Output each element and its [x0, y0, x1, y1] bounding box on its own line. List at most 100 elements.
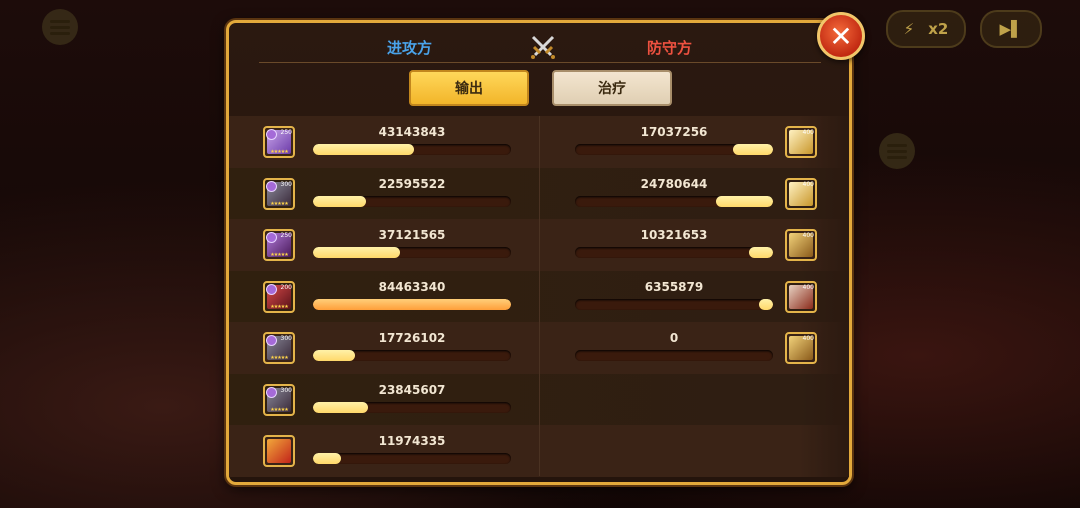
star-rating: ★★★★★	[270, 355, 288, 361]
damage-bar	[313, 298, 511, 310]
star-rating: ★★★★★	[270, 200, 288, 207]
hero-portrait[interactable]: 400	[785, 126, 817, 158]
element-badge-icon	[266, 386, 277, 398]
tab-healing[interactable]: 治疗	[552, 70, 672, 106]
element-badge-icon	[266, 180, 277, 192]
hero-portrait[interactable]: 300 ★★★★★	[263, 177, 295, 210]
damage-value: 84463340	[378, 279, 446, 294]
speed-toggle-button[interactable]: ⚡ x2	[886, 10, 966, 48]
damage-value: 22595522	[378, 176, 446, 191]
close-button[interactable]: ✕	[817, 12, 865, 60]
damage-bar-fill	[313, 144, 414, 155]
hero-face	[267, 439, 291, 463]
hero-level: 300	[280, 180, 292, 188]
hero-portrait[interactable]: 250 ★★★★★	[263, 126, 295, 158]
hero-portrait[interactable]: 300 ★★★★★	[263, 383, 295, 416]
star-rating: ★★★★★	[270, 406, 288, 413]
attacker-entry: 200 ★★★★★ 84463340	[259, 271, 529, 323]
defender-entry: 400 17037256	[559, 116, 829, 168]
defender-entry: 400 0	[559, 322, 829, 374]
hero-portrait[interactable]: 400	[785, 177, 817, 210]
header-divider	[259, 62, 821, 63]
damage-value: 0	[669, 331, 679, 345]
star-rating: ★★★★★	[270, 252, 288, 258]
defender-entry: 400 24780644	[559, 168, 829, 220]
hero-level: 400	[802, 335, 814, 342]
damage-value: 24780644	[640, 176, 708, 191]
hero-level: 250	[280, 129, 292, 136]
damage-bar	[313, 401, 511, 413]
attacker-entry: 300 ★★★★★ 23845607	[259, 374, 529, 426]
damage-value: 17037256	[640, 125, 708, 139]
attacker-entry: 300 ★★★★★ 22595522	[259, 168, 529, 220]
element-badge-icon	[266, 335, 277, 346]
hero-level: 300	[280, 386, 292, 394]
element-badge-icon	[266, 232, 277, 243]
damage-bar	[313, 195, 511, 207]
damage-bar	[313, 144, 511, 155]
column-divider	[539, 116, 540, 476]
menu-icon[interactable]	[42, 9, 78, 45]
hero-level: 300	[280, 335, 292, 342]
hero-portrait[interactable]: 400	[785, 280, 817, 313]
attacker-entry: 250 ★★★★★ 43143843	[259, 116, 529, 168]
damage-bar-fill	[313, 247, 401, 258]
hero-level: 400	[802, 129, 814, 136]
damage-bar-fill	[313, 350, 355, 361]
damage-value: 11974335	[378, 434, 446, 448]
lightning-icon: ⚡	[903, 20, 915, 38]
damage-value: 17726102	[378, 331, 446, 345]
damage-bar-fill	[313, 298, 511, 310]
damage-value: 23845607	[378, 382, 446, 397]
hero-portrait[interactable]: 300 ★★★★★	[263, 332, 295, 364]
damage-bar	[313, 453, 511, 464]
hero-portrait[interactable]: 400	[785, 332, 817, 364]
hero-level: 400	[802, 232, 814, 239]
hero-level: 250	[280, 232, 292, 239]
panel-header: 进攻方 防守方	[229, 33, 849, 63]
defender-label: 防守方	[647, 39, 693, 57]
star-rating: ★★★★★	[270, 149, 288, 155]
star-rating: ★★★★★	[270, 303, 288, 310]
damage-value: 37121565	[378, 228, 446, 242]
damage-bar-fill	[313, 453, 341, 464]
crossed-swords-icon	[531, 35, 555, 59]
close-icon: ✕	[829, 19, 853, 53]
damage-bar	[575, 144, 773, 155]
hero-level: 400	[802, 283, 814, 291]
hero-portrait[interactable]: 200 ★★★★★	[263, 280, 295, 313]
damage-bar-fill	[715, 195, 773, 207]
damage-bar	[313, 247, 511, 258]
hero-portrait[interactable]	[263, 435, 295, 467]
damage-bar-fill	[313, 195, 367, 207]
hero-portrait[interactable]: 250 ★★★★★	[263, 229, 295, 261]
hero-level: 400	[802, 180, 814, 188]
damage-bar-fill	[749, 247, 773, 258]
damage-bar	[575, 247, 773, 258]
hero-level: 200	[280, 283, 292, 291]
element-badge-icon	[266, 129, 277, 140]
damage-bar-fill	[759, 298, 773, 310]
damage-bar-fill	[313, 401, 369, 413]
tab-damage[interactable]: 输出	[409, 70, 529, 106]
element-badge-icon	[266, 283, 277, 295]
attacker-entry: 250 ★★★★★ 37121565	[259, 219, 529, 271]
damage-value: 10321653	[640, 228, 708, 242]
speed-label: x2	[928, 20, 949, 38]
attacker-entry: 300 ★★★★★ 17726102	[259, 322, 529, 374]
damage-bar	[575, 298, 773, 310]
damage-bar	[313, 350, 511, 361]
damage-bar	[575, 350, 773, 361]
attacker-label: 进攻方	[387, 39, 433, 57]
list-icon[interactable]	[879, 133, 915, 169]
defender-entry: 400 6355879	[559, 271, 829, 323]
damage-bar-fill	[733, 144, 773, 155]
battle-stats-panel: 进攻方 防守方 输出 治疗 250 ★★★★★ 43143843 400 1703725…	[226, 20, 852, 485]
defender-entry: 400 10321653	[559, 219, 829, 271]
hero-portrait[interactable]: 400	[785, 229, 817, 261]
damage-bar	[575, 195, 773, 207]
attacker-entry: 11974335	[259, 425, 529, 477]
skip-button[interactable]: ▶▌	[980, 10, 1042, 48]
damage-value: 43143843	[378, 125, 446, 139]
skip-icon: ▶▌	[999, 20, 1023, 38]
